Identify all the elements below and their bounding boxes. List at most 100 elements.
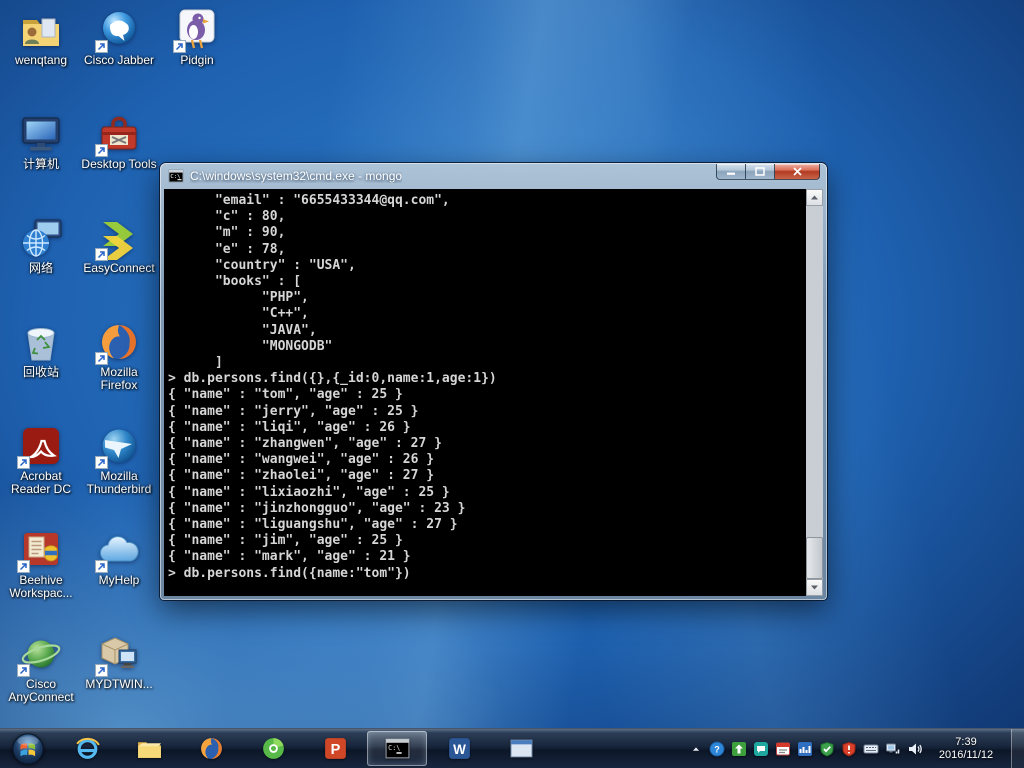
console-line: "books" : [ (168, 274, 806, 290)
tray-network-icon[interactable] (882, 737, 904, 761)
close-button[interactable] (775, 164, 820, 180)
desktop-icon-label: Mozilla Firefox (81, 366, 157, 392)
desktop-icon-label: 回收站 (23, 366, 59, 379)
console-line: { "name" : "lixiaozhi", "age" : 25 } (168, 485, 806, 501)
desktop-icon-mozilla-firefox[interactable]: Mozilla Firefox (80, 320, 158, 424)
taskbar-button-windows-explorer[interactable] (119, 731, 179, 766)
jabber-icon (97, 8, 141, 52)
scrollbar-thumb[interactable] (806, 537, 823, 579)
desktop-icon-label: MYDTWIN... (85, 678, 152, 691)
scroll-up-button[interactable] (806, 189, 823, 206)
shortcut-arrow-icon (95, 248, 108, 261)
desktop-icon-computer[interactable]: 计算机 (2, 112, 80, 216)
desktop-icon-cisco-anyconnect[interactable]: Cisco AnyConnect (2, 632, 80, 736)
desktop-icon-wenqtang[interactable]: wenqtang (2, 8, 80, 112)
console-line: "country" : "USA", (168, 258, 806, 274)
start-button[interactable] (0, 729, 56, 768)
console-line: "c" : 80, (168, 209, 806, 225)
user-folder-icon (19, 8, 63, 52)
console-line: { "name" : "liguangshu", "age" : 27 } (168, 517, 806, 533)
console-line: "email" : "6655433344@qq.com", (168, 193, 806, 209)
desktop-icon-recycle-bin[interactable]: 回收站 (2, 320, 80, 424)
desktop-icon-label: Cisco Jabber (84, 54, 154, 67)
tray-volume-icon[interactable] (904, 737, 926, 761)
taskbar-button-program-window[interactable] (491, 731, 551, 766)
shortcut-arrow-icon (95, 664, 108, 677)
desktop-icon-mydtwin[interactable]: MYDTWIN... (80, 632, 158, 736)
desktop-icon-easyconnect[interactable]: EasyConnect (80, 216, 158, 320)
console-line: { "name" : "zhaolei", "age" : 27 } (168, 468, 806, 484)
shortcut-arrow-icon (17, 456, 30, 469)
hidden-icons-button[interactable] (686, 737, 706, 761)
taskbar-button-powerpoint[interactable]: P (305, 731, 365, 766)
console-scrollbar[interactable] (806, 189, 823, 596)
tray-input-method-icon[interactable] (860, 737, 882, 761)
firefox-icon (198, 735, 225, 762)
console-line: "e" : 78, (168, 242, 806, 258)
svg-text:?: ? (714, 744, 720, 754)
desktop-icon-beehive-workspace[interactable]: Beehive Workspac... (2, 528, 80, 632)
desktop-icon-cisco-jabber[interactable]: Cisco Jabber (80, 8, 158, 112)
windows-explorer-icon (136, 735, 163, 762)
taskbar-button-firefox[interactable] (181, 731, 241, 766)
tray-chat-icon[interactable] (750, 737, 772, 761)
powerpoint-icon: P (322, 735, 349, 762)
desktop-icon-myhelp[interactable]: MyHelp (80, 528, 158, 632)
shortcut-arrow-icon (95, 40, 108, 53)
shortcut-arrow-icon (17, 664, 30, 677)
taskbar-app-buttons: P C:\ W (56, 729, 552, 768)
shortcut-arrow-icon (95, 560, 108, 573)
show-desktop-button[interactable] (1011, 729, 1024, 768)
thunderbird-icon (97, 424, 141, 468)
desktop-icon-mozilla-thunderbird[interactable]: Mozilla Thunderbird (80, 424, 158, 528)
console-line: "PHP", (168, 290, 806, 306)
tray-help-icon[interactable]: ? (706, 737, 728, 761)
program-window-icon (508, 735, 535, 762)
scroll-down-button[interactable] (806, 579, 823, 596)
taskbar-clock[interactable]: 7:39 2016/11/12 (926, 736, 1006, 762)
console-line: "MONGODB" (168, 339, 806, 355)
desktop-icon-label: Desktop Tools (81, 158, 156, 171)
taskbar-button-green-browser[interactable] (243, 731, 303, 766)
desktop-icon-label: MyHelp (99, 574, 140, 587)
window-titlebar[interactable]: C:\ C:\windows\system32\cmd.exe - mongo (160, 163, 827, 189)
tray-antivirus-red-icon[interactable] (838, 737, 860, 761)
desktop-icon-label: Mozilla Thunderbird (81, 470, 157, 496)
desktop-icon-label: Beehive Workspac... (3, 574, 79, 600)
desktop-icon-label: 网络 (29, 262, 53, 275)
installer-icon (97, 632, 141, 676)
clock-time: 7:39 (928, 736, 1004, 749)
tray-calendar-icon[interactable] (772, 737, 794, 761)
console-line: "m" : 90, (168, 225, 806, 241)
desktop-icon-desktop-tools[interactable]: Desktop Tools (80, 112, 158, 216)
maximize-button[interactable] (745, 164, 775, 180)
console-line: { "name" : "jinzhongguo", "age" : 23 } (168, 501, 806, 517)
taskbar-button-internet-explorer[interactable] (57, 731, 117, 766)
tray-antivirus-green-icon[interactable] (816, 737, 838, 761)
console-line: > db.persons.find({},{_id:0,name:1,age:1… (168, 371, 806, 387)
taskbar-button-word[interactable]: W (429, 731, 489, 766)
tray-upload-icon[interactable] (728, 737, 750, 761)
desktop-icon-label: wenqtang (15, 54, 67, 67)
console-area: "email" : "6655433344@qq.com", "c" : 80,… (164, 189, 823, 596)
console-line: > db.persons.find({name:"tom"}) (168, 566, 806, 582)
window-title: C:\windows\system32\cmd.exe - mongo (190, 169, 402, 183)
taskbar-button-cmd[interactable]: C:\ (367, 731, 427, 766)
recycle-bin-icon (19, 320, 63, 364)
tray-stats-icon[interactable] (794, 737, 816, 761)
console-line: { "name" : "wangwei", "age" : 26 } (168, 452, 806, 468)
desktop-icon-acrobat-reader-dc[interactable]: Acrobat Reader DC (2, 424, 80, 528)
pidgin-icon (175, 8, 219, 52)
desktop-icon-pidgin[interactable]: Pidgin (158, 8, 236, 112)
desktop-icon-network-places[interactable]: 网络 (2, 216, 80, 320)
shortcut-arrow-icon (173, 40, 186, 53)
toolbox-icon (97, 112, 141, 156)
network-icon (19, 216, 63, 260)
shortcut-arrow-icon (95, 456, 108, 469)
cmd-window: C:\ C:\windows\system32\cmd.exe - mongo … (160, 163, 827, 600)
minimize-button[interactable] (716, 164, 745, 180)
svg-text:W: W (453, 742, 466, 757)
acrobat-icon (19, 424, 63, 468)
console-output[interactable]: "email" : "6655433344@qq.com", "c" : 80,… (164, 189, 806, 596)
cloud-icon (97, 528, 141, 572)
